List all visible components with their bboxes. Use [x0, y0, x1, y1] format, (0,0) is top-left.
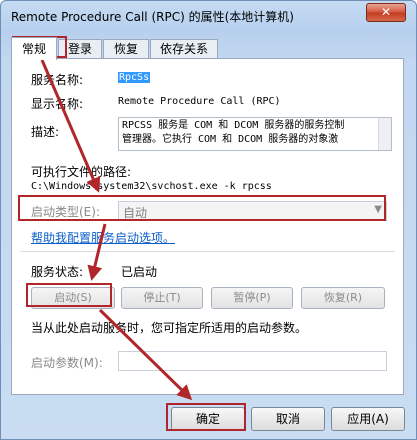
service-status-label: 服务状态:	[31, 265, 84, 279]
service-name-value[interactable]: RpcSs	[118, 72, 151, 83]
pause-button[interactable]: 暂停(P)	[211, 287, 293, 309]
tab-logon[interactable]: 登录	[58, 39, 102, 58]
startup-type-label: 启动类型(E):	[31, 205, 100, 219]
description-scrollbar[interactable]	[378, 118, 391, 150]
cancel-button[interactable]: 取消	[251, 407, 325, 431]
service-name-label: 服务名称:	[31, 73, 84, 87]
close-button[interactable]: ✕	[366, 3, 406, 22]
exe-path-value[interactable]: C:\Windows\system32\svchost.exe -k rpcss	[31, 181, 272, 192]
start-params-hint: 当从此处启动服务时，您可指定所适用的启动参数。	[31, 321, 308, 335]
description-label: 描述:	[31, 125, 60, 139]
title-bar[interactable]: Remote Procedure Call (RPC) 的属性(本地计算机) ✕	[1, 1, 416, 31]
help-configure-link[interactable]: 帮助我配置服务启动选项。	[31, 229, 175, 246]
start-params-input[interactable]	[118, 351, 387, 371]
description-line-1: RPCSS 服务是 COM 和 DCOM 服务器的服务控制	[122, 120, 345, 131]
service-name-text: RpcSs	[118, 72, 151, 83]
ok-button[interactable]: 确定	[171, 407, 245, 431]
start-params-label: 启动参数(M):	[31, 356, 103, 370]
startup-type-select[interactable]: 自动 ▼	[118, 201, 387, 221]
window-title: Remote Procedure Call (RPC) 的属性(本地计算机)	[11, 10, 294, 24]
properties-dialog: Remote Procedure Call (RPC) 的属性(本地计算机) ✕…	[0, 0, 417, 440]
tab-general[interactable]: 常规	[11, 37, 57, 60]
stop-button[interactable]: 停止(T)	[121, 287, 203, 309]
startup-type-value: 自动	[123, 206, 148, 220]
chevron-down-icon: ▼	[374, 204, 382, 215]
divider	[20, 251, 395, 252]
tab-recovery[interactable]: 恢复	[103, 39, 149, 58]
close-icon: ✕	[380, 5, 392, 19]
description-box[interactable]: RPCSS 服务是 COM 和 DCOM 服务器的服务控制 管理器。它执行 CO…	[118, 117, 392, 151]
exe-path-label: 可执行文件的路径:	[31, 165, 132, 179]
resume-button[interactable]: 恢复(R)	[301, 287, 385, 309]
apply-button[interactable]: 应用(A)	[331, 407, 405, 431]
service-status-value: 已启动	[121, 265, 158, 279]
tab-dependencies[interactable]: 依存关系	[150, 39, 218, 58]
description-line-2: 管理器。它执行 COM 和 DCOM 服务器的对象激	[122, 134, 339, 145]
display-name-value[interactable]: Remote Procedure Call (RPC)	[118, 96, 281, 107]
display-name-label: 显示名称:	[31, 97, 84, 111]
general-tab-panel: 服务名称: RpcSs 显示名称: Remote Procedure Call …	[11, 58, 404, 395]
start-button[interactable]: 启动(S)	[31, 287, 115, 309]
